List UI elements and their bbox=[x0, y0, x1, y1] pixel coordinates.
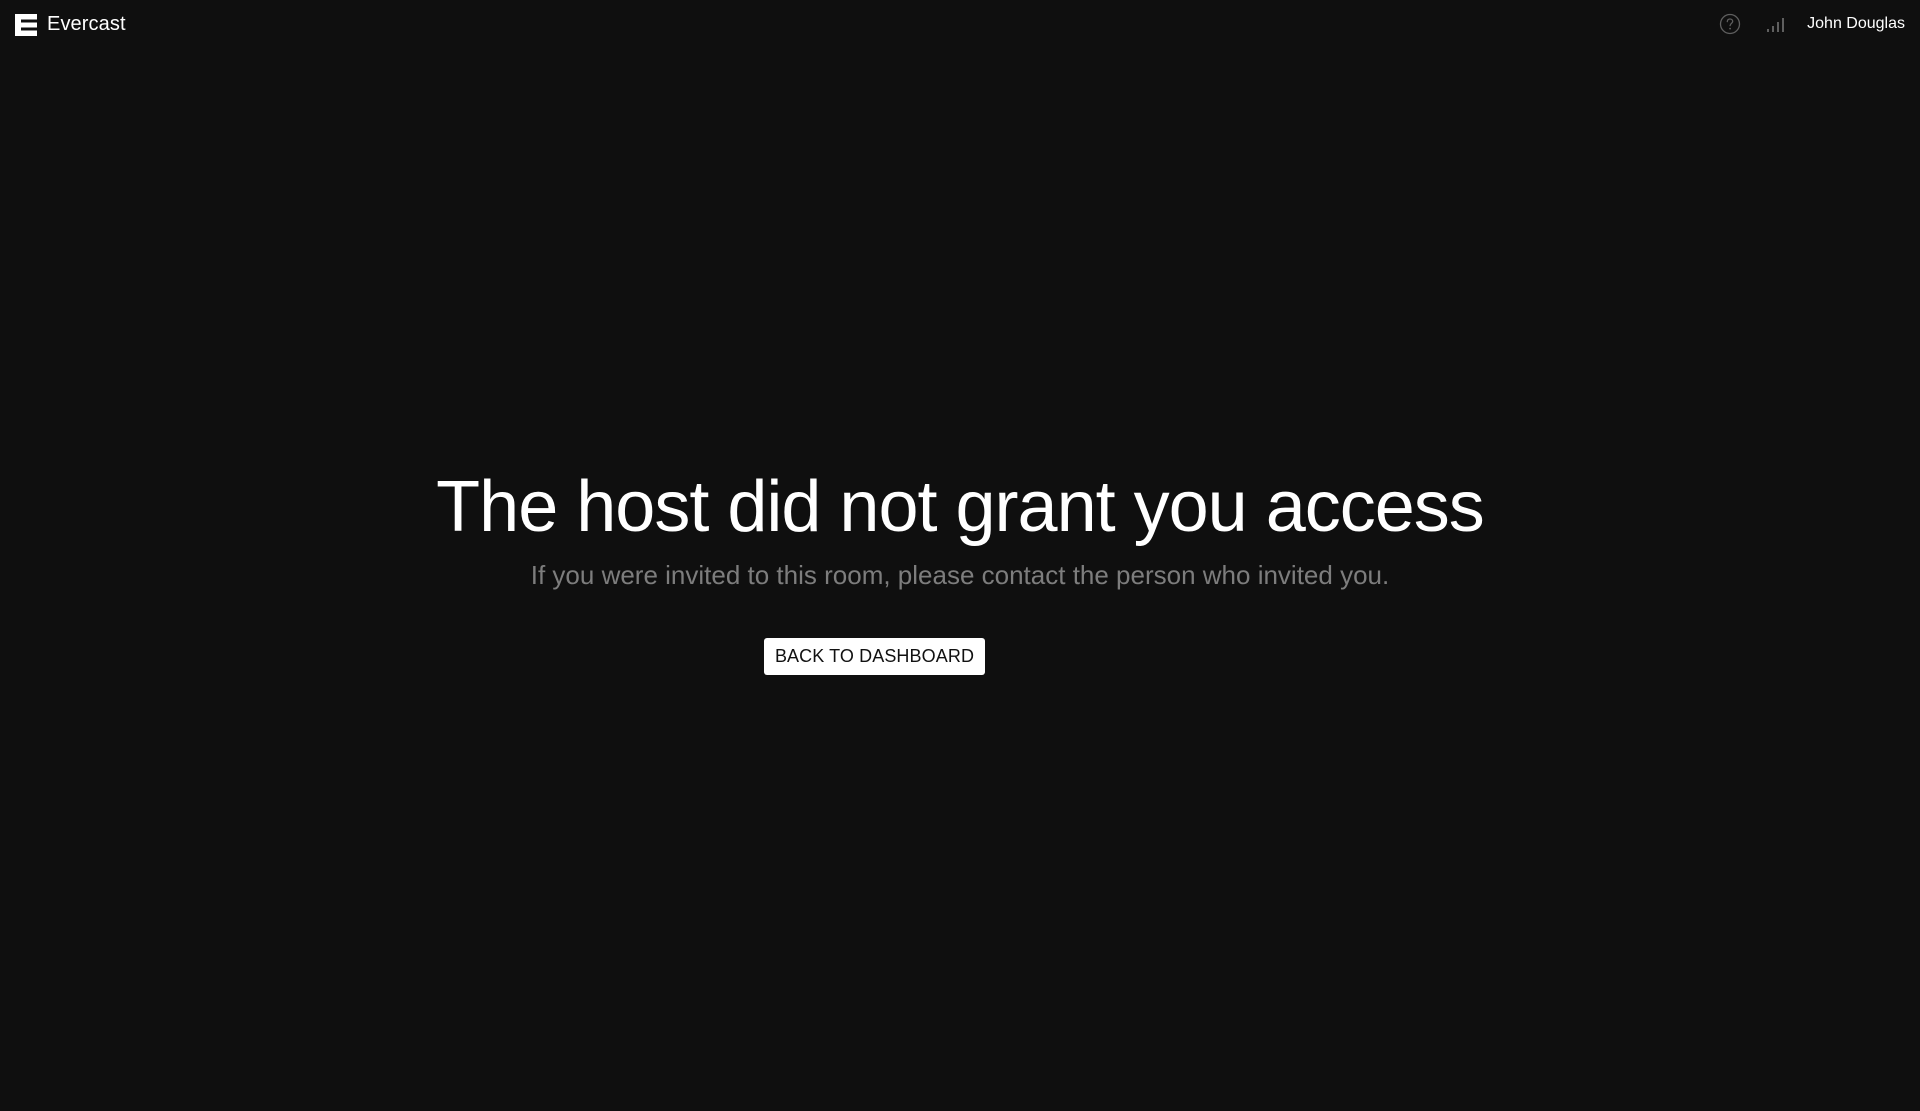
top-bar: Evercast John Douglas bbox=[0, 0, 1920, 48]
page-title: The host did not grant you access bbox=[436, 467, 1485, 547]
evercast-logo-icon bbox=[15, 13, 37, 36]
help-circle-icon[interactable] bbox=[1719, 13, 1741, 35]
brand[interactable]: Evercast bbox=[15, 13, 126, 36]
back-to-dashboard-button[interactable]: BACK TO DASHBOARD bbox=[764, 638, 985, 675]
top-right-controls: John Douglas bbox=[1719, 12, 1905, 36]
signal-strength-icon[interactable] bbox=[1765, 13, 1787, 35]
page-subtitle: If you were invited to this room, please… bbox=[530, 560, 1390, 590]
access-denied-message: The host did not grant you access If you… bbox=[0, 466, 1920, 592]
user-menu[interactable]: John Douglas bbox=[1807, 15, 1905, 33]
brand-name: Evercast bbox=[47, 13, 126, 35]
